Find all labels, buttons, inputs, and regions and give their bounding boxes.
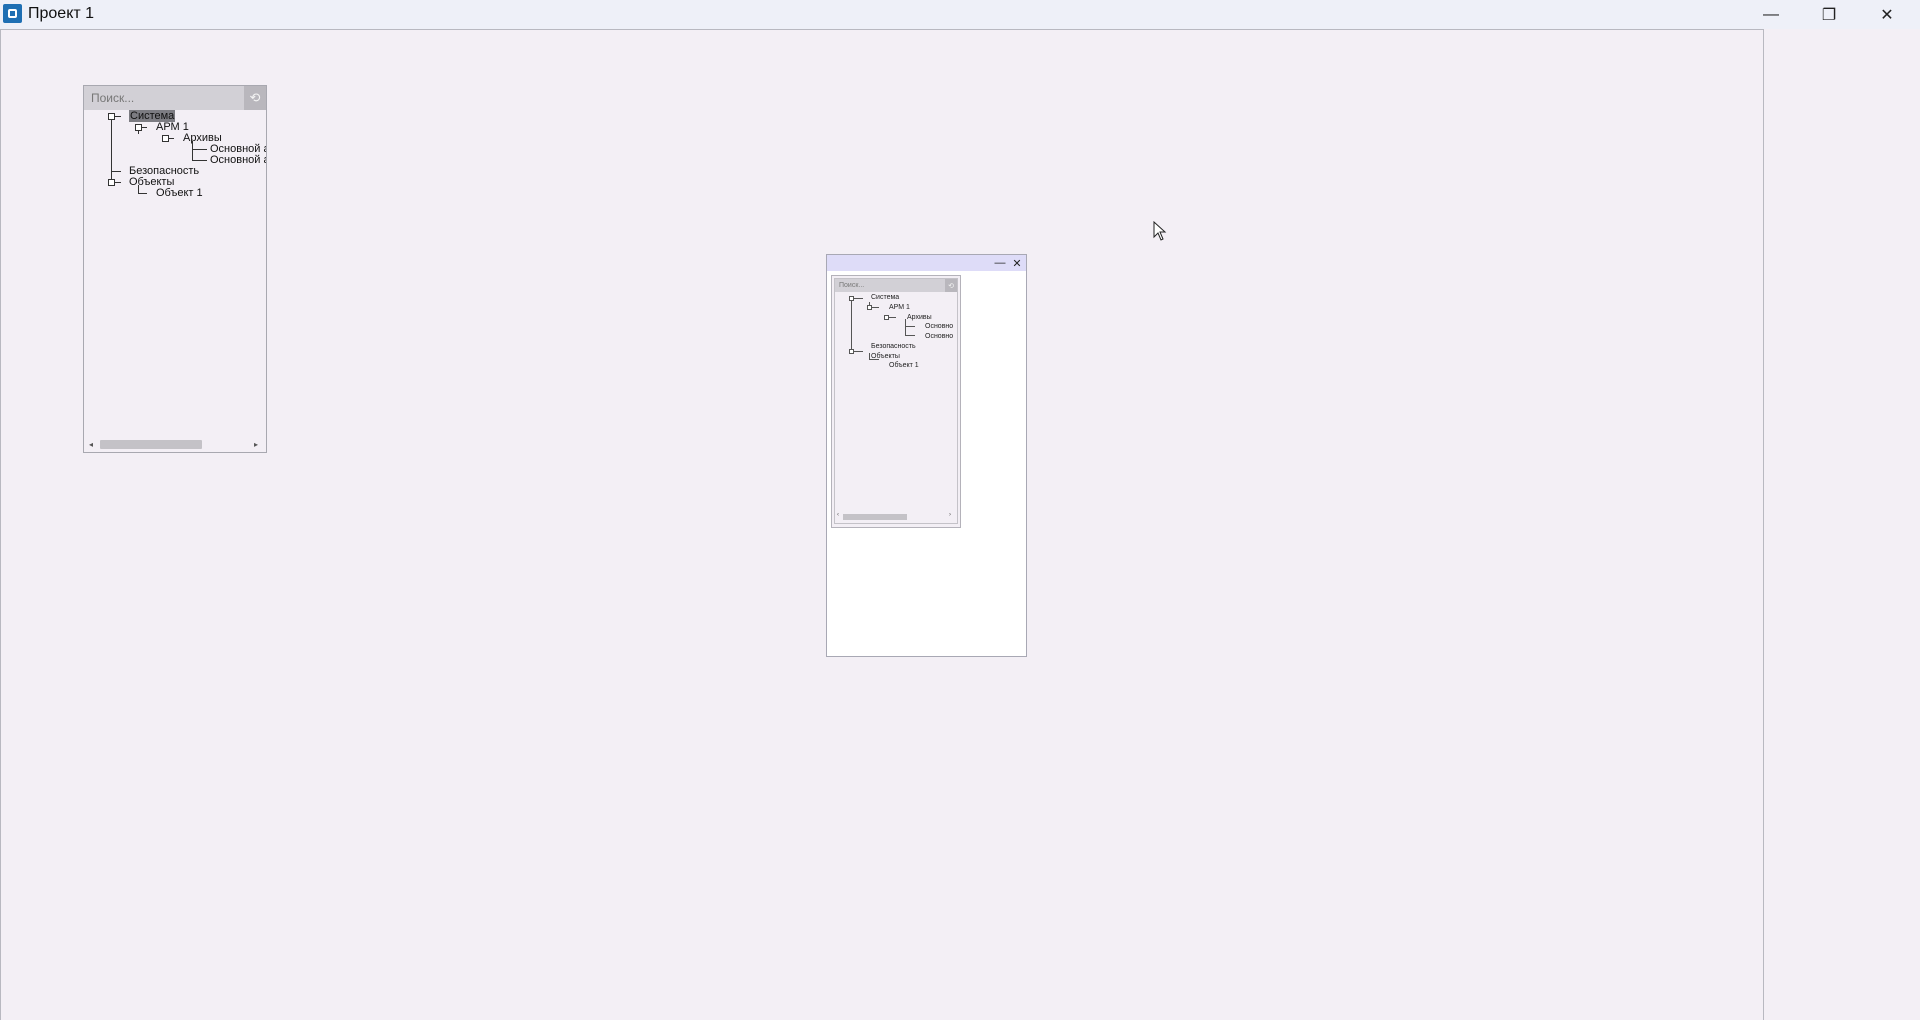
close-button[interactable]: ✕	[1864, 0, 1910, 29]
tree-node-object1[interactable]: Объект 1	[156, 187, 203, 199]
expand-toggle-icon	[849, 296, 854, 301]
tree-line	[905, 326, 915, 327]
tree-view-widget[interactable]: ⟲ Система АРМ 1 Архивы Основной а Основн…	[83, 85, 267, 453]
tree-line	[192, 149, 207, 150]
scroll-right-icon[interactable]: ▸	[251, 439, 261, 449]
preview-tree-widget: Поиск... ⟲ Система АРМ 1 Архивы Основно …	[831, 275, 961, 528]
preview-node-object1: Объект 1	[889, 362, 919, 369]
expand-toggle-icon	[849, 349, 854, 354]
preview-node-security: Безопасность	[871, 343, 916, 350]
dialog-close-button[interactable]: ✕	[1010, 255, 1024, 271]
preview-node-main-2: Основно	[925, 333, 954, 340]
expand-toggle-icon[interactable]	[108, 113, 115, 120]
tree-line	[905, 335, 915, 336]
expand-toggle-icon[interactable]	[135, 124, 142, 131]
tree-line	[192, 160, 207, 161]
preview-node-objects: Объекты	[871, 353, 900, 360]
scroll-thumb[interactable]	[100, 440, 202, 449]
expand-toggle-icon	[867, 305, 872, 310]
search-bar: ⟲	[84, 86, 266, 110]
expand-toggle-icon[interactable]	[162, 135, 169, 142]
expand-toggle-icon[interactable]	[108, 179, 115, 186]
app-icon	[3, 4, 22, 23]
search-input[interactable]	[84, 86, 244, 110]
preview-scroll-thumb	[843, 514, 907, 520]
mouse-cursor-icon	[1153, 221, 1167, 241]
tree-line	[111, 116, 112, 183]
tree-line	[138, 193, 147, 194]
window-title: Проект 1	[28, 5, 95, 22]
title-bar: Проект 1 — ❐ ✕	[0, 0, 1920, 29]
preview-tree-frame: Поиск... ⟲ Система АРМ 1 Архивы Основно …	[834, 278, 958, 524]
preview-node-main-1: Основно	[925, 323, 954, 330]
restore-button[interactable]: ❐	[1806, 0, 1852, 29]
preview-dialog[interactable]: — ✕ Поиск... ⟲ Система АРМ 1 Архивы Осно…	[826, 254, 1027, 657]
preview-search-input: Поиск...	[835, 279, 957, 292]
dialog-header[interactable]: — ✕	[827, 255, 1026, 271]
preview-node-arm1: АРМ 1	[889, 304, 910, 311]
scroll-left-icon[interactable]: ◂	[86, 439, 96, 449]
expand-toggle-icon	[884, 315, 889, 320]
right-pane	[1764, 29, 1920, 1020]
dialog-minimize-button[interactable]: —	[993, 255, 1007, 271]
horizontal-scrollbar[interactable]: ◂ ▸	[84, 436, 266, 452]
minimize-button[interactable]: —	[1748, 0, 1794, 29]
tree-line	[851, 296, 852, 351]
preview-node-archives: Архивы	[907, 314, 932, 321]
tree-line	[111, 171, 121, 172]
preview-node-system: Система	[871, 294, 900, 301]
preview-scroll-right-icon: ›	[949, 512, 951, 518]
preview-reset-icon: ⟲	[945, 279, 957, 292]
reset-icon[interactable]: ⟲	[244, 86, 266, 110]
tree-line	[905, 319, 906, 335]
tree-node-main-archive-2[interactable]: Основной а	[210, 154, 266, 166]
preview-scroll-left-icon: ‹	[837, 512, 839, 518]
